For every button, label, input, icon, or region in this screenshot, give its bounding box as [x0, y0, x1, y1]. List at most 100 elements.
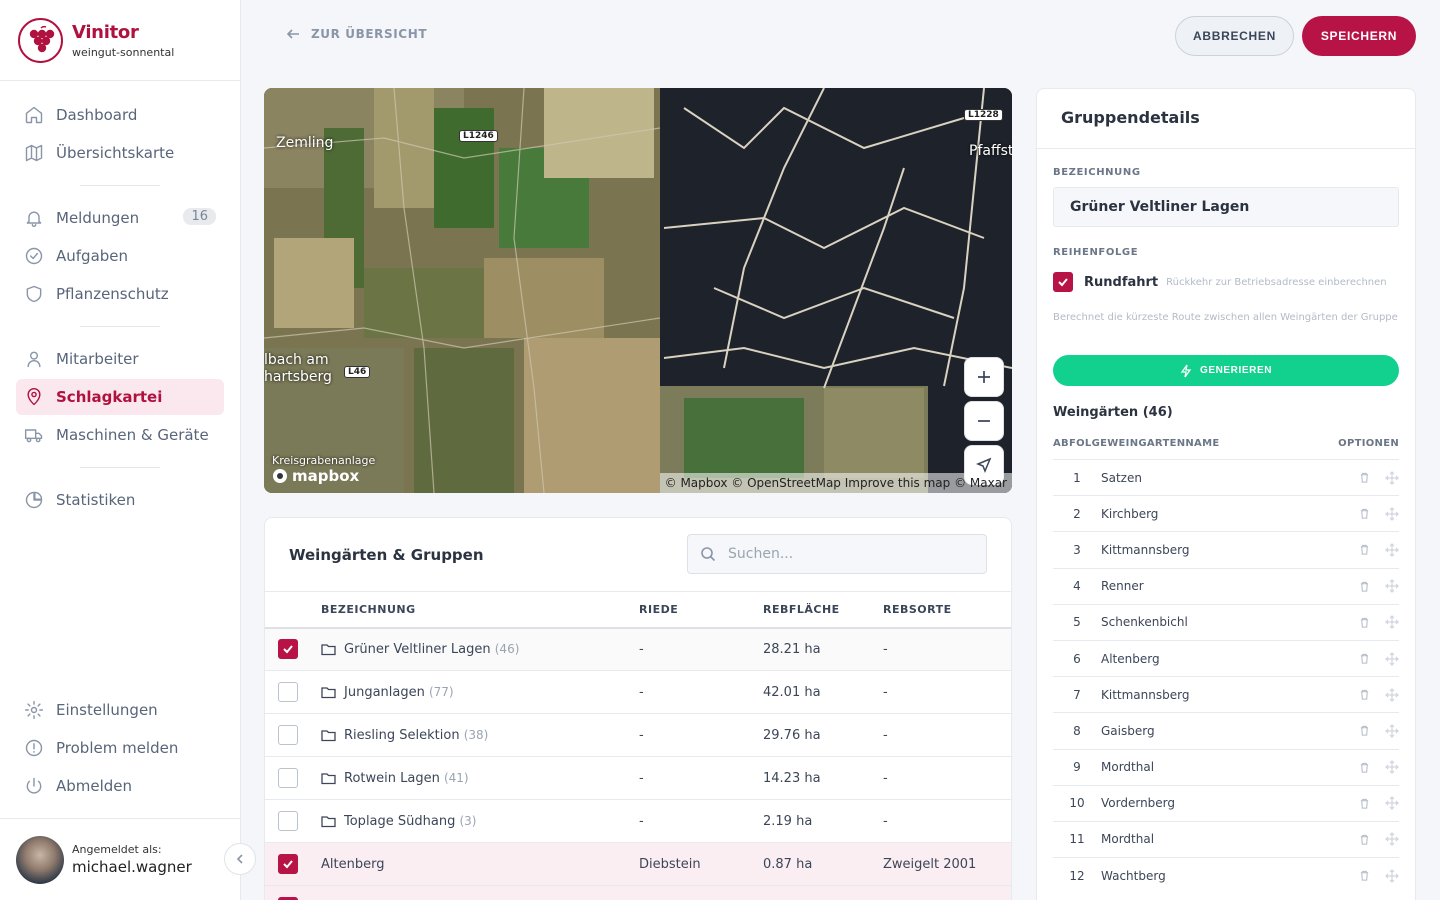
roundtrip-toggle[interactable]: Rundfahrt Rückkehr zur Betriebsadresse e…	[1053, 272, 1387, 292]
table-row[interactable]: Toplage Südhang (3) - 2.19 ha -	[265, 799, 1011, 843]
trash-icon[interactable]	[1359, 653, 1370, 664]
trash-icon[interactable]	[1359, 689, 1370, 700]
vineyard-name: Gaisberg	[1101, 723, 1155, 738]
vineyard-row[interactable]: 8 Gaisberg	[1053, 712, 1399, 748]
row-checkbox[interactable]	[278, 639, 298, 660]
column-header[interactable]: BEZEICHNUNG	[321, 591, 639, 629]
row-name: Toplage Südhang	[344, 813, 456, 829]
brand-name: Vinitor	[72, 21, 139, 43]
trash-icon[interactable]	[1359, 725, 1370, 736]
roundtrip-hint: Rückkehr zur Betriebsadresse einberechne…	[1166, 276, 1387, 288]
drag-handle-icon[interactable]	[1385, 579, 1399, 594]
vineyard-row[interactable]: 4 Renner	[1053, 567, 1399, 604]
vineyard-row[interactable]: 1 Satzen	[1053, 459, 1399, 495]
nav-item-pflanzenschutz[interactable]: Pflanzenschutz	[16, 276, 224, 312]
zoom-out-button[interactable]	[964, 401, 1004, 441]
column-header[interactable]: REBSORTE	[883, 591, 1011, 629]
row-count: (3)	[459, 813, 477, 828]
roundtrip-checkbox[interactable]	[1053, 272, 1073, 292]
nav-item-dashboard[interactable]: Dashboard	[16, 97, 224, 133]
nav-item-maschinen[interactable]: Maschinen & Geräte	[16, 417, 224, 453]
panel-title: Gruppendetails	[1037, 89, 1415, 149]
nav-label: Dashboard	[56, 106, 138, 124]
drag-handle-icon[interactable]	[1385, 687, 1399, 702]
trash-icon[interactable]	[1359, 544, 1370, 556]
trash-icon[interactable]	[1359, 798, 1370, 809]
nav-item-mitarbeiter[interactable]: Mitarbeiter	[16, 341, 224, 377]
trash-icon[interactable]	[1359, 508, 1370, 519]
trash-icon[interactable]	[1359, 581, 1370, 592]
drag-handle-icon[interactable]	[1385, 651, 1399, 666]
table-row[interactable]	[265, 885, 1011, 900]
table-row[interactable]: Junganlagen (77) - 42.01 ha -	[265, 670, 1011, 714]
satellite-map	[264, 88, 1012, 493]
vineyard-row[interactable]: 3 Kittmannsberg	[1053, 531, 1399, 567]
drag-handle-icon[interactable]	[1385, 868, 1399, 883]
column-header[interactable]: RIEDE	[639, 591, 763, 629]
cancel-button[interactable]: ABBRECHEN	[1175, 16, 1294, 56]
nav-item-schlagkartei[interactable]: Schlagkartei	[16, 379, 224, 415]
nav-item-uebersichtskarte[interactable]: Übersichtskarte	[16, 135, 224, 171]
brand[interactable]: Vinitor weingut-sonnental	[0, 0, 240, 81]
user-profile[interactable]: Angemeldet als: michael.wagner	[0, 818, 240, 900]
drag-handle-icon[interactable]	[1385, 724, 1399, 738]
save-button[interactable]: SPEICHERN	[1302, 16, 1416, 56]
nav-item-einstellungen[interactable]: Einstellungen	[16, 692, 224, 728]
nav-item-aufgaben[interactable]: Aufgaben	[16, 238, 224, 274]
vineyard-row[interactable]: 9 Mordthal	[1053, 748, 1399, 785]
topbar: ZUR ÜBERSICHT ABBRECHEN SPEICHERN	[241, 0, 1440, 72]
table-row[interactable]: Grüner Veltliner Lagen (46) - 28.21 ha -	[265, 627, 1011, 671]
nav-item-meldungen[interactable]: Meldungen 16	[16, 200, 224, 236]
row-name: Riesling Selektion	[344, 727, 460, 743]
vineyard-row[interactable]: 12 Wachtberg	[1053, 857, 1399, 893]
logged-in-label: Angemeldet als:	[72, 843, 162, 856]
search-input[interactable]: Suchen...	[687, 534, 987, 574]
back-to-overview-link[interactable]: ZUR ÜBERSICHT	[285, 26, 427, 42]
vineyard-row[interactable]: 6 Altenberg	[1053, 639, 1399, 676]
row-checkbox[interactable]	[278, 854, 298, 874]
vineyard-name: Altenberg	[1101, 651, 1160, 666]
vineyard-row[interactable]: 2 Kirchberg	[1053, 495, 1399, 531]
trash-icon[interactable]	[1359, 762, 1370, 773]
vineyard-row[interactable]: 10 Vordernberg	[1053, 784, 1399, 821]
collapse-sidebar-button[interactable]	[224, 843, 256, 875]
vineyard-name: Kittmannsberg	[1101, 687, 1190, 702]
vineyard-order: 5	[1073, 615, 1081, 630]
drag-handle-icon[interactable]	[1385, 832, 1399, 847]
trash-icon[interactable]	[1359, 472, 1370, 483]
drag-handle-icon[interactable]	[1385, 796, 1399, 811]
nav-item-abmelden[interactable]: Abmelden	[16, 768, 224, 804]
nav-item-problem-melden[interactable]: Problem melden	[16, 730, 224, 766]
table-row[interactable]: Riesling Selektion (38) - 29.76 ha -	[265, 713, 1011, 757]
map-attribution[interactable]: © Mapbox © OpenStreetMap Improve this ma…	[659, 473, 1012, 493]
nav-item-statistiken[interactable]: Statistiken	[16, 482, 224, 518]
generate-route-button[interactable]: GENERIEREN	[1053, 355, 1399, 386]
trash-icon[interactable]	[1359, 870, 1370, 881]
trash-icon[interactable]	[1359, 617, 1370, 628]
row-flaeche: 0.87 ha	[763, 842, 883, 886]
username: michael.wagner	[72, 858, 192, 876]
row-checkbox[interactable]	[278, 682, 298, 702]
row-checkbox[interactable]	[278, 768, 298, 788]
group-name-input[interactable]: Grüner Veltliner Lagen	[1053, 187, 1399, 227]
row-checkbox[interactable]	[278, 725, 298, 745]
search-placeholder: Suchen...	[728, 546, 794, 562]
drag-handle-icon[interactable]	[1385, 506, 1399, 521]
vineyard-row[interactable]: 11 Mordthal	[1053, 820, 1399, 857]
column-header[interactable]: REBFLÄCHE	[763, 591, 883, 629]
vineyard-row[interactable]: 7 Kittmannsberg	[1053, 676, 1399, 712]
trash-icon[interactable]	[1359, 834, 1370, 845]
drag-handle-icon[interactable]	[1385, 615, 1399, 630]
table-row[interactable]: Altenberg Diebstein 0.87 ha Zweigelt 200…	[265, 842, 1011, 886]
mapbox-logo-text: mapbox	[292, 467, 360, 485]
table-row[interactable]: Rotwein Lagen (41) - 14.23 ha -	[265, 756, 1011, 800]
vineyard-name: Satzen	[1101, 470, 1142, 485]
drag-handle-icon[interactable]	[1385, 760, 1399, 774]
drag-handle-icon[interactable]	[1385, 543, 1399, 557]
vineyard-row[interactable]: 5 Schenkenbichl	[1053, 603, 1399, 640]
drag-handle-icon[interactable]	[1385, 470, 1399, 485]
route-hint: Berechnet die kürzeste Route zwischen al…	[1053, 312, 1398, 323]
row-checkbox[interactable]	[278, 811, 298, 831]
zoom-in-button[interactable]	[964, 357, 1004, 397]
map-view[interactable]: Zemling Pfaffst lbach am hartsberg Kreis…	[264, 88, 1012, 493]
